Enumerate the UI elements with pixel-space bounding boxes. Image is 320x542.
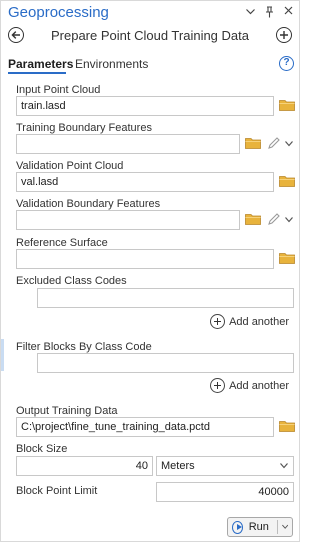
add-another-label: Add another [229, 315, 289, 328]
run-button-label: Run [248, 521, 269, 533]
chevron-down-icon [280, 463, 288, 469]
validation-boundary-field[interactable] [16, 210, 240, 230]
block-size-label: Block Size [16, 443, 68, 455]
output-training-data-label: Output Training Data [16, 405, 118, 417]
input-point-cloud-field[interactable]: train.lasd [16, 96, 274, 116]
tool-title: Prepare Point Cloud Training Data [50, 28, 249, 43]
folder-icon[interactable] [245, 137, 261, 149]
filter-blocks-field[interactable] [37, 353, 294, 373]
run-button[interactable]: Run [227, 517, 293, 537]
reference-surface-field[interactable] [16, 249, 274, 269]
training-boundary-field[interactable] [16, 134, 240, 154]
pane-window-controls [245, 6, 293, 21]
plus-circle-icon [210, 378, 226, 393]
add-another-filter-button[interactable]: Add another [210, 378, 289, 393]
tab-parameters[interactable]: Parameters [8, 57, 73, 71]
output-training-data-field[interactable]: C:\project\fine_tune_training_data.pctd [16, 417, 274, 437]
validation-boundary-label: Validation Boundary Features [16, 198, 161, 210]
chevron-down-icon[interactable] [285, 141, 293, 147]
pin-icon[interactable] [264, 6, 274, 21]
section-indicator-bar [1, 339, 4, 371]
pencil-icon[interactable] [267, 212, 281, 226]
back-arrow-icon[interactable] [8, 27, 24, 43]
block-size-unit-select[interactable]: Meters [156, 456, 294, 476]
block-point-limit-label: Block Point Limit [16, 485, 98, 497]
add-another-label: Add another [229, 379, 289, 392]
excluded-class-codes-field[interactable] [37, 288, 294, 308]
run-split-divider [276, 520, 278, 534]
block-size-unit-value: Meters [161, 460, 195, 472]
validation-point-cloud-label: Validation Point Cloud [16, 160, 124, 172]
pane-title: Geoprocessing [8, 4, 109, 21]
plus-circle-icon [210, 314, 226, 329]
add-another-excluded-button[interactable]: Add another [210, 314, 289, 329]
pencil-icon[interactable] [267, 136, 281, 150]
chevron-down-icon[interactable] [245, 6, 255, 21]
reference-surface-label: Reference Surface [16, 237, 108, 249]
folder-icon[interactable] [245, 213, 261, 225]
folder-icon[interactable] [279, 99, 295, 111]
close-icon[interactable] [283, 6, 293, 21]
pane-titlebar: Geoprocessing [1, 1, 299, 25]
chevron-down-icon[interactable] [281, 524, 288, 530]
folder-icon[interactable] [279, 175, 295, 187]
geoprocessing-pane: Geoprocessing Prepare Point Cloud Traini… [0, 0, 300, 542]
tab-environments[interactable]: Environments [75, 57, 148, 71]
validation-point-cloud-field[interactable]: val.lasd [16, 172, 274, 192]
active-tab-indicator [8, 72, 66, 74]
input-point-cloud-label: Input Point Cloud [16, 84, 101, 96]
chevron-down-icon[interactable] [285, 217, 293, 223]
tab-strip: Parameters Environments ? [1, 55, 299, 75]
block-point-limit-field[interactable]: 40000 [156, 482, 294, 502]
excluded-class-codes-label: Excluded Class Codes [16, 275, 127, 287]
block-size-field[interactable]: 40 [16, 456, 153, 476]
folder-icon[interactable] [279, 252, 295, 264]
filter-blocks-label: Filter Blocks By Class Code [16, 341, 152, 353]
help-icon[interactable]: ? [279, 56, 294, 71]
tool-header: Prepare Point Cloud Training Data [1, 25, 299, 49]
play-icon [232, 520, 243, 534]
folder-icon[interactable] [279, 420, 295, 432]
add-icon[interactable] [276, 27, 292, 43]
training-boundary-label: Training Boundary Features [16, 122, 152, 134]
